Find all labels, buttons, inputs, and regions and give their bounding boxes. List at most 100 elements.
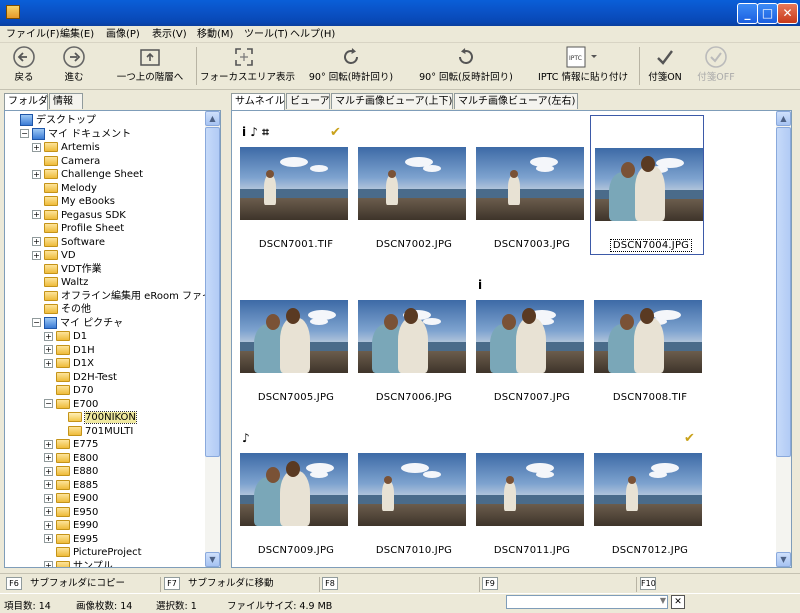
tree-node[interactable]: + D1H: [44, 344, 95, 357]
thumbnail-item[interactable]: DSCN7011.JPG: [472, 421, 584, 561]
tree-node[interactable]: + Challenge Sheet: [32, 168, 143, 181]
expand-icon[interactable]: +: [32, 250, 41, 260]
tree-node[interactable]: + Artemis: [32, 141, 100, 154]
thumbnail-image[interactable]: [240, 300, 348, 373]
tree-scroll-thumb[interactable]: [205, 127, 220, 457]
expand-icon[interactable]: +: [32, 210, 41, 219]
tree-scrollbar[interactable]: ▲ ▼: [205, 111, 220, 567]
grid-scrollbar[interactable]: ▲ ▼: [776, 111, 791, 567]
expand-icon[interactable]: +: [44, 345, 53, 354]
tree-node[interactable]: VDT作業: [32, 263, 102, 276]
thumbnail-image[interactable]: [594, 453, 702, 526]
expand-icon[interactable]: +: [44, 507, 53, 516]
title-bar[interactable]: _ □ ✕: [0, 0, 800, 26]
thumbnail-item[interactable]: i DSCN7007.JPG: [472, 268, 584, 408]
tab-info[interactable]: 情報: [49, 93, 83, 109]
tab-viewer[interactable]: ビューア: [286, 93, 330, 109]
tab-multi-viewer-horizontal[interactable]: マルチ画像ビューア(左右): [454, 93, 578, 109]
tab-folder[interactable]: フォルダ: [4, 93, 48, 110]
tree-node[interactable]: + Software: [32, 236, 105, 249]
menu-edit[interactable]: 編集(E): [60, 27, 94, 42]
up-folder-button[interactable]: 一つ上の階層へ: [112, 45, 188, 89]
collapse-icon[interactable]: −: [20, 129, 29, 138]
thumbnail-image[interactable]: [358, 147, 466, 220]
tree-node[interactable]: − マイ ドキュメント: [20, 127, 131, 141]
expand-icon[interactable]: +: [44, 466, 53, 476]
thumbnail-item[interactable]: DSCN7003.JPG: [472, 115, 584, 255]
expand-icon[interactable]: +: [44, 453, 53, 462]
thumbnail-item[interactable]: DSCN7005.JPG: [236, 268, 348, 408]
tree-node[interactable]: + E900: [44, 492, 98, 505]
expand-icon[interactable]: +: [44, 331, 53, 341]
expand-icon[interactable]: +: [44, 439, 53, 449]
thumbnail-item[interactable]: DSCN7004.JPG: [590, 115, 704, 255]
tree-node[interactable]: 701MULTI: [56, 425, 133, 438]
collapse-icon[interactable]: −: [32, 318, 41, 327]
rotate-cw-button[interactable]: 90° 回転(時計回り): [302, 45, 400, 89]
menu-view[interactable]: 表示(V): [152, 27, 187, 42]
tree-node[interactable]: Profile Sheet: [32, 222, 124, 235]
back-button[interactable]: 戻る: [6, 45, 42, 89]
thumbnail-image[interactable]: [476, 147, 584, 220]
tree-node[interactable]: + VD: [32, 249, 76, 262]
grid-scroll-thumb[interactable]: [776, 127, 791, 457]
tree-node[interactable]: D2H-Test: [44, 371, 117, 384]
tag-on-button[interactable]: 付箋ON: [643, 45, 687, 89]
thumbnail-image[interactable]: [595, 148, 703, 221]
expand-icon[interactable]: +: [44, 493, 53, 503]
fkey-f9[interactable]: F9: [482, 576, 506, 592]
scroll-up-icon[interactable]: ▲: [776, 111, 791, 126]
expand-icon[interactable]: +: [44, 534, 53, 543]
thumbnail-item[interactable]: i ♪ ⌗ ✔ DSCN7001.TIF: [236, 115, 348, 255]
thumbnail-image[interactable]: [594, 300, 702, 373]
thumbnail-item[interactable]: ♪ DSCN7009.JPG: [236, 421, 348, 561]
fkey-f6[interactable]: F6 サブフォルダにコピー: [6, 576, 125, 592]
focus-area-button[interactable]: フォーカスエリア表示: [200, 45, 295, 89]
expand-icon[interactable]: +: [32, 237, 41, 246]
tab-thumbnails[interactable]: サムネイル: [231, 93, 285, 110]
scroll-up-icon[interactable]: ▲: [205, 111, 220, 126]
thumbnail-image[interactable]: [358, 300, 466, 373]
thumbnail-item[interactable]: DSCN7010.JPG: [354, 421, 466, 561]
fkey-f7[interactable]: F7 サブフォルダに移動: [164, 576, 274, 592]
tree-node[interactable]: PictureProject: [44, 546, 142, 559]
tree-node[interactable]: + E990: [44, 519, 98, 532]
menu-tools[interactable]: ツール(T): [244, 27, 288, 42]
menu-help[interactable]: ヘルプ(H): [290, 27, 335, 42]
expand-icon[interactable]: +: [32, 169, 41, 179]
tree-node[interactable]: Waltz: [32, 276, 88, 289]
fkey-f10[interactable]: F10: [640, 576, 664, 592]
collapse-icon[interactable]: −: [44, 399, 53, 408]
menu-move[interactable]: 移動(M): [197, 27, 233, 42]
status-close-icon[interactable]: ✕: [671, 595, 685, 609]
tree-node[interactable]: デスクトップ: [8, 114, 96, 127]
tree-node[interactable]: + E880: [44, 465, 98, 478]
expand-icon[interactable]: +: [32, 142, 41, 152]
tree-node[interactable]: + E800: [44, 452, 98, 465]
tree-node[interactable]: D70: [44, 384, 93, 397]
thumbnail-grid[interactable]: i ♪ ⌗ ✔ DSCN7001.TIF DSCN7002.JPG DSCN7003.J…: [231, 110, 792, 568]
thumbnail-image[interactable]: [476, 300, 584, 373]
tree-node[interactable]: Melody: [32, 182, 97, 195]
tree-node[interactable]: + D1X: [44, 357, 94, 370]
forward-button[interactable]: 進む: [56, 45, 92, 89]
thumbnail-item[interactable]: DSCN7006.JPG: [354, 268, 466, 408]
tab-multi-viewer-vertical[interactable]: マルチ画像ビューア(上下): [331, 93, 453, 109]
thumbnail-item[interactable]: DSCN7002.JPG: [354, 115, 466, 255]
tree-node[interactable]: 700NIKON: [56, 411, 137, 424]
minimize-button[interactable]: _: [737, 3, 758, 24]
folder-tree[interactable]: デスクトップ − マイ ドキュメント + Artemis Camera + Challenge…: [4, 110, 221, 568]
thumbnail-item[interactable]: ✔ DSCN7012.JPG: [590, 421, 702, 561]
tree-node[interactable]: My eBooks: [32, 195, 115, 208]
menu-image[interactable]: 画像(P): [106, 27, 140, 42]
chevron-down-icon[interactable]: ▼: [660, 596, 666, 605]
menu-file[interactable]: ファイル(F): [6, 27, 60, 42]
tree-node[interactable]: + D1: [44, 330, 87, 343]
expand-icon[interactable]: +: [44, 480, 53, 489]
rotate-ccw-button[interactable]: 90° 回転(反時計回り): [410, 45, 522, 89]
close-button[interactable]: ✕: [777, 3, 798, 24]
tree-node[interactable]: オフライン編集用 eRoom ファイル: [32, 290, 205, 303]
thumbnail-image[interactable]: [240, 147, 348, 220]
tree-node[interactable]: Camera: [32, 155, 100, 168]
thumbnail-image[interactable]: [358, 453, 466, 526]
